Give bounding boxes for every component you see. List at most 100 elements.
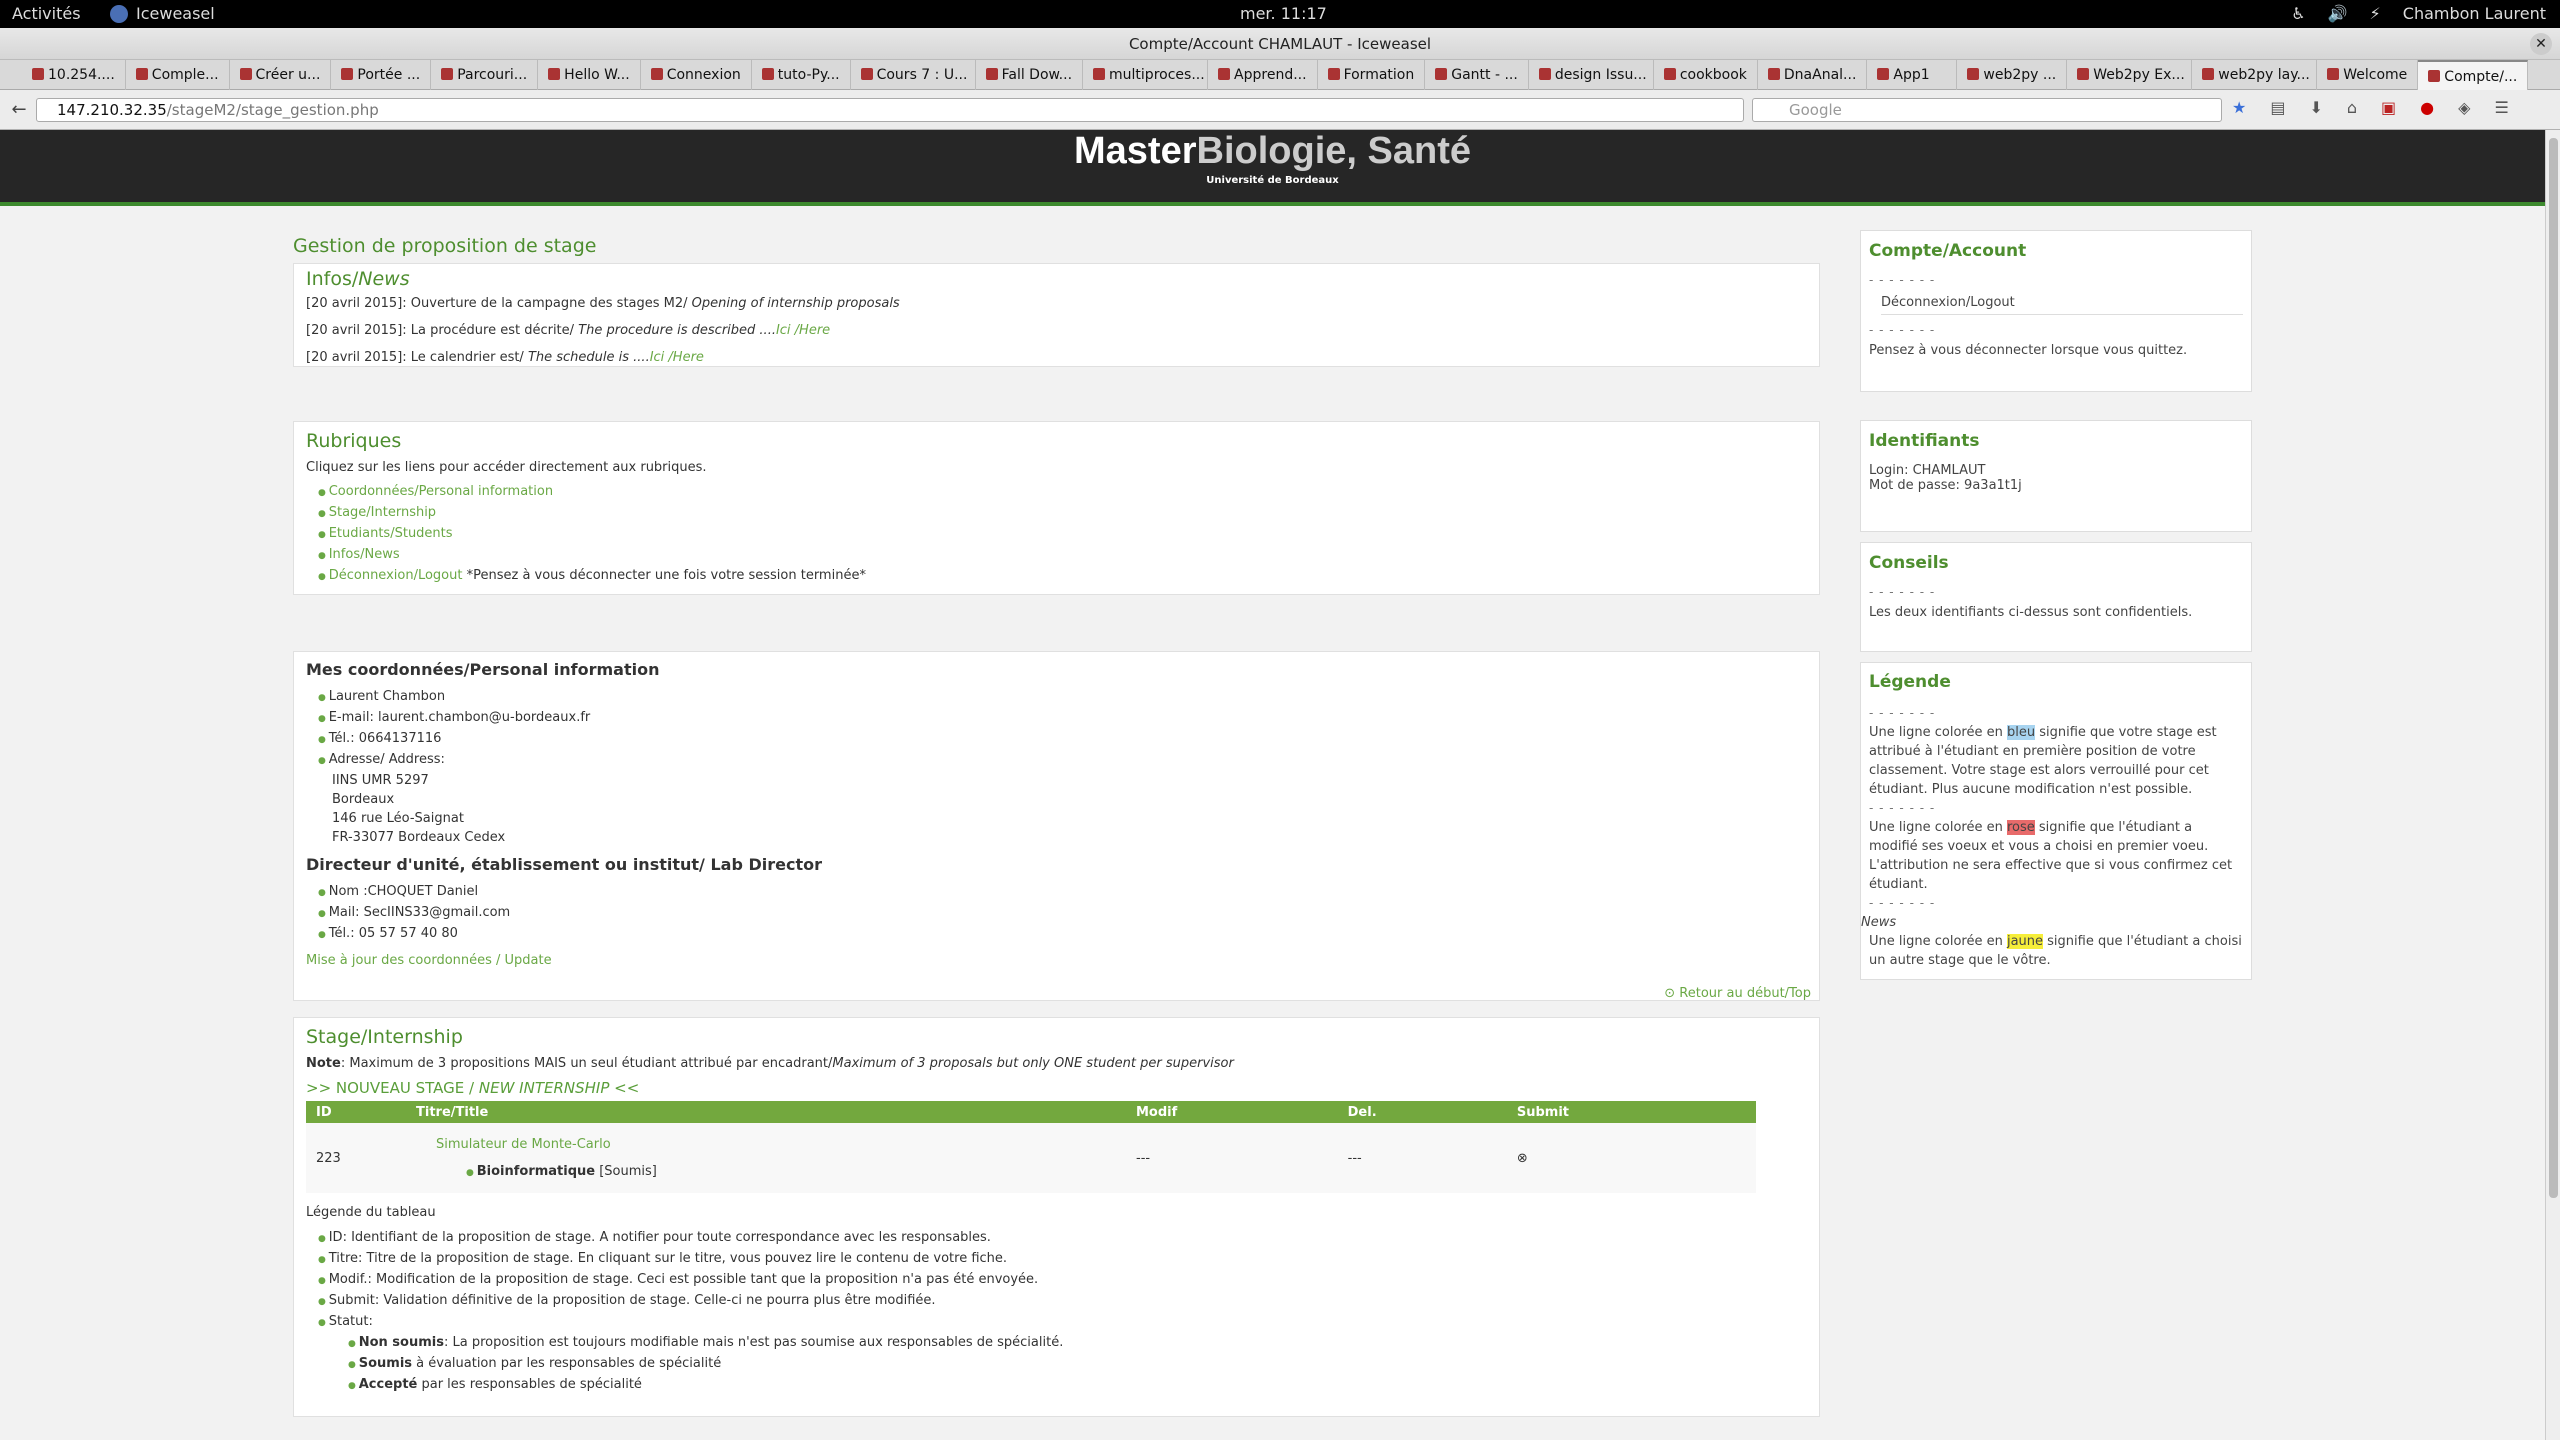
favicon-icon [32, 68, 44, 80]
address-block: IINS UMR 5297 Bordeaux 146 rue Léo-Saignat… [332, 771, 1807, 847]
tab-19[interactable]: Web2py Ex... [2067, 60, 2193, 90]
submit-icon[interactable]: ⊗ [1506, 1123, 1756, 1193]
new-internship-link[interactable]: >> NOUVEAU STAGE / NEW INTERNSHIP << [306, 1079, 1807, 1097]
tab-12[interactable]: Formation [1318, 60, 1426, 90]
tab-4[interactable]: Parcouri... [431, 60, 539, 90]
tab-0[interactable]: 10.254.... [22, 60, 126, 90]
coord-item: Laurent Chambon [318, 687, 1807, 708]
status-item: Accepté par les responsables de spéciali… [348, 1375, 1807, 1396]
legend-box: Légende - - - - - - - Une ligne colorée … [1860, 662, 2252, 980]
favicon-icon [2077, 68, 2090, 80]
rubrique-item: Etudiants/Students [318, 524, 1807, 545]
internship-title-link[interactable]: Simulateur de Monte-Carlo [436, 1137, 1116, 1152]
search-input[interactable]: Google [1752, 98, 2222, 122]
coordinates-section: Mes coordonnées/Personal information Lau… [293, 651, 1820, 1001]
addon-icon[interactable]: ▣ [2381, 98, 2396, 117]
activities-button[interactable]: Activités [12, 4, 81, 23]
rubrique-link[interactable]: Stage/Internship [329, 505, 436, 520]
tab-2[interactable]: Créer u... [230, 60, 332, 90]
favicon-icon [1435, 68, 1448, 80]
director-item: Tél.: 05 57 57 40 80 [318, 924, 1807, 945]
news-link[interactable]: Ici /Here [650, 350, 704, 365]
tab-1[interactable]: Comple... [126, 60, 230, 90]
internship-title: Stage/Internship [306, 1026, 463, 1048]
rubrique-item: Déconnexion/Logout *Pensez à vous déconn… [318, 566, 1807, 587]
download-icon[interactable]: ⬇ [2309, 98, 2322, 117]
bookmarks-icon[interactable]: ▤ [2270, 98, 2285, 117]
tab-20[interactable]: web2py lay... [2192, 60, 2318, 90]
legend-item: Modif.: Modification de la proposition d… [318, 1270, 1807, 1291]
column-header: Titre/Title [406, 1101, 1126, 1123]
tab-7[interactable]: tuto-Py... [752, 60, 851, 90]
rubrique-link[interactable]: Infos/News [329, 547, 400, 562]
tab-6[interactable]: Connexion [641, 60, 752, 90]
favicon-icon [761, 68, 774, 80]
main-content: Gestion de proposition de stage Infos/Ne… [293, 225, 1823, 1417]
infos-title: Infos/News [306, 268, 410, 290]
rubrique-link[interactable]: Coordonnées/Personal information [329, 484, 553, 499]
site-brand: MasterBiologie, Santé [1074, 130, 1471, 172]
home-icon[interactable]: ⌂ [2347, 98, 2357, 117]
tab-18[interactable]: web2py ... [1957, 60, 2068, 90]
rubrique-link[interactable]: Déconnexion/Logout [329, 568, 463, 583]
news-item: [20 avril 2015]: La procédure est décrit… [306, 323, 831, 338]
tab-22[interactable]: Compte/... [2418, 60, 2529, 90]
delete-cell[interactable]: --- [1337, 1123, 1507, 1193]
tab-9[interactable]: Fall Dow... [976, 60, 1084, 90]
tab-5[interactable]: Hello W... [538, 60, 641, 90]
legend-list: ID: Identifiant de la proposition de sta… [318, 1228, 1807, 1333]
status-item: Soumis à évaluation par les responsables… [348, 1354, 1807, 1375]
url-input[interactable]: 147.210.32.35/stageM2/stage_gestion.php [36, 98, 1744, 122]
page-scrollbar[interactable] [2545, 130, 2560, 1440]
address-line: FR-33077 Bordeaux Cedex [332, 830, 506, 845]
favicon-icon [1093, 68, 1106, 80]
director-item: Nom :CHOQUET Daniel [318, 882, 1807, 903]
back-to-top-link[interactable]: ⊙ Retour au début/Top [1664, 986, 1811, 1001]
tab-13[interactable]: Gantt - ... [1425, 60, 1529, 90]
tab-21[interactable]: Welcome [2317, 60, 2419, 90]
tab-15[interactable]: cookbook [1654, 60, 1758, 90]
table-row: 223 Simulateur de Monte-Carlo ● Bioinfor… [306, 1123, 1756, 1193]
logout-link[interactable]: Déconnexion/Logout [1881, 295, 2243, 315]
user-menu[interactable]: Chambon Laurent [2403, 4, 2546, 23]
modif-cell[interactable]: --- [1126, 1123, 1338, 1193]
tab-14[interactable]: design Issu... [1529, 60, 1654, 90]
tab-16[interactable]: DnaAnal... [1758, 60, 1868, 90]
bookmark-star-icon[interactable]: ★ [2232, 98, 2246, 117]
window-titlebar: Compte/Account CHAMLAUT - Iceweasel ✕ [0, 28, 2560, 60]
favicon-icon [1538, 68, 1551, 80]
tab-3[interactable]: Portée ... [331, 60, 432, 90]
up-arrow-icon: ⊙ [1664, 986, 1680, 1001]
favicon-icon [1767, 68, 1780, 80]
news-list: [20 avril 2015]: Ouverture de la campagn… [306, 290, 1807, 371]
favicon-icon [135, 68, 148, 80]
accessibility-icon[interactable]: ♿ [2291, 4, 2305, 23]
clock[interactable]: mer. 11:17 [1240, 4, 1327, 23]
adblock-icon[interactable]: ● [2420, 98, 2434, 117]
tab-8[interactable]: Cours 7 : U... [851, 60, 976, 90]
favicon-icon [2428, 70, 2441, 82]
rubriques-title: Rubriques [306, 430, 402, 452]
update-link[interactable]: Mise à jour des coordonnées / Update [306, 953, 1807, 968]
menu-icon[interactable]: ☰ [2494, 98, 2508, 117]
site-subtitle: Université de Bordeaux [1206, 175, 1339, 186]
news-link[interactable]: Ici /Here [776, 323, 830, 338]
volume-icon[interactable]: 🔊 [2328, 4, 2348, 23]
director-list: Nom :CHOQUET DanielMail: SecIINS33@gmail… [318, 882, 1807, 945]
close-icon[interactable]: ✕ [2530, 33, 2552, 55]
rubriques-list: Coordonnées/Personal information Stage/In… [318, 482, 1807, 587]
tab-10[interactable]: multiproces... [1083, 60, 1209, 90]
favicon-icon [548, 68, 561, 80]
pocket-icon[interactable]: ◈ [2458, 98, 2470, 117]
tab-17[interactable]: App1 [1867, 60, 1958, 90]
favicon-icon [239, 68, 252, 80]
legend-item: Submit: Validation définitive de la prop… [318, 1291, 1807, 1312]
rubrique-link[interactable]: Etudiants/Students [329, 526, 453, 541]
tab-11[interactable]: Apprend... [1208, 60, 1318, 90]
network-icon[interactable]: ⚡ [2370, 4, 2381, 23]
back-icon[interactable]: ← [8, 99, 30, 121]
iceweasel-icon [110, 4, 128, 23]
app-menu[interactable]: Iceweasel [110, 4, 215, 23]
internship-table: ID Titre/Title Modif Del. Submit 223 Simulat… [306, 1101, 1756, 1193]
favicon-icon [1877, 68, 1890, 80]
